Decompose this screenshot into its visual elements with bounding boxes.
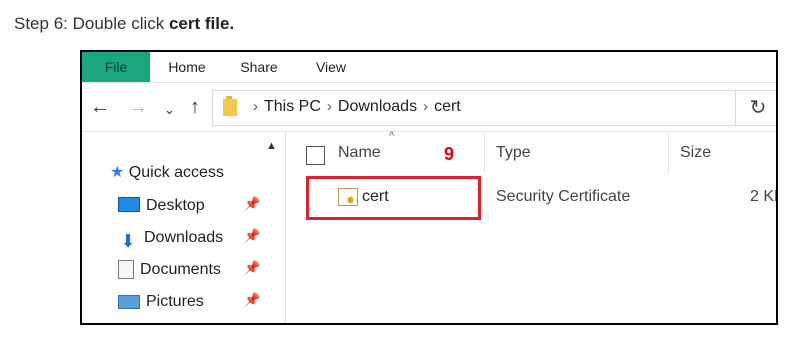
nav-item-desktop[interactable]: Desktop xyxy=(118,195,205,217)
breadcrumb-cert[interactable]: cert xyxy=(434,98,461,116)
breadcrumb-this-pc[interactable]: This PC xyxy=(264,98,321,116)
instruction-bold: cert file. xyxy=(168,14,235,33)
column-header-size[interactable]: Size xyxy=(680,144,711,162)
select-all-checkbox[interactable] xyxy=(306,146,325,165)
chevron-down-icon[interactable]: ⌄ xyxy=(164,98,175,122)
pin-icon[interactable]: 📌 xyxy=(244,196,260,212)
step-instruction: Step 6: Double click cert file. xyxy=(14,14,234,34)
scroll-up-icon[interactable]: ▲ xyxy=(266,140,277,152)
breadcrumb: › This PC › Downloads › cert xyxy=(247,98,461,116)
pin-icon[interactable]: 📌 xyxy=(244,260,260,276)
nav-item-quick-access[interactable]: ★ Quick access xyxy=(110,162,224,184)
nav-item-label: Downloads xyxy=(144,229,224,246)
breadcrumb-separator-icon: › xyxy=(326,98,332,115)
pin-icon[interactable]: 📌 xyxy=(244,228,260,244)
nav-item-label: Documents xyxy=(140,261,221,278)
pane-divider[interactable] xyxy=(285,132,286,323)
breadcrumb-downloads[interactable]: Downloads xyxy=(338,98,417,116)
file-type: Security Certificate xyxy=(496,188,631,205)
file-list: Name ^ 9 Type Size cert Security Certifi… xyxy=(288,130,776,323)
forward-arrow-icon[interactable]: → xyxy=(128,95,148,119)
nav-item-documents[interactable]: Documents xyxy=(118,259,221,281)
tab-file[interactable]: File xyxy=(82,52,150,82)
back-arrow-icon[interactable]: ← xyxy=(90,95,110,119)
breadcrumb-separator-icon: › xyxy=(253,98,258,115)
download-arrow-icon: ⬇ xyxy=(120,230,136,251)
tab-home[interactable]: Home xyxy=(154,52,220,82)
pictures-icon xyxy=(118,294,140,309)
explorer-screenshot: File Home Share View ← → ⌄ ↑ › This PC › Do… xyxy=(80,50,778,325)
column-divider[interactable] xyxy=(668,132,669,174)
up-arrow-icon[interactable]: ↑ xyxy=(190,95,200,119)
file-size: 2 KE xyxy=(750,188,776,205)
column-header-type[interactable]: Type xyxy=(496,144,531,162)
nav-item-label: Quick access xyxy=(128,164,224,181)
star-icon: ★ xyxy=(110,164,125,181)
nav-item-label: Desktop xyxy=(146,197,205,214)
navigation-bar: ← → ⌄ ↑ ›This PC›Downloads›cert ⌄ ↻ xyxy=(82,83,776,132)
refresh-icon[interactable]: ↻ xyxy=(736,90,776,126)
nav-item-pictures[interactable]: Pictures xyxy=(118,291,204,313)
sort-caret-icon: ^ xyxy=(389,130,395,142)
annotation-number: 9 xyxy=(444,144,455,164)
pin-icon[interactable]: 📌 xyxy=(244,292,260,308)
breadcrumb-separator-icon: › xyxy=(423,98,429,115)
tab-view[interactable]: View xyxy=(300,52,362,82)
address-bar[interactable]: ›This PC›Downloads›cert ⌄ xyxy=(212,90,736,126)
tab-share[interactable]: Share xyxy=(228,52,290,82)
desktop-icon xyxy=(118,197,140,213)
navigation-pane: ▲ ★ Quick access Desktop 📌 ⬇ Downloads 📌 … xyxy=(82,132,285,323)
highlight-box xyxy=(306,176,481,220)
folder-icon xyxy=(223,96,237,116)
nav-item-label: Pictures xyxy=(146,293,204,310)
document-icon xyxy=(118,260,134,280)
column-divider[interactable] xyxy=(484,132,485,174)
column-header-name[interactable]: Name xyxy=(338,144,381,162)
nav-item-downloads[interactable]: ⬇ Downloads xyxy=(118,227,224,251)
instruction-prefix: Step 6: Double click xyxy=(14,14,169,33)
ribbon: File Home Share View xyxy=(82,52,776,83)
